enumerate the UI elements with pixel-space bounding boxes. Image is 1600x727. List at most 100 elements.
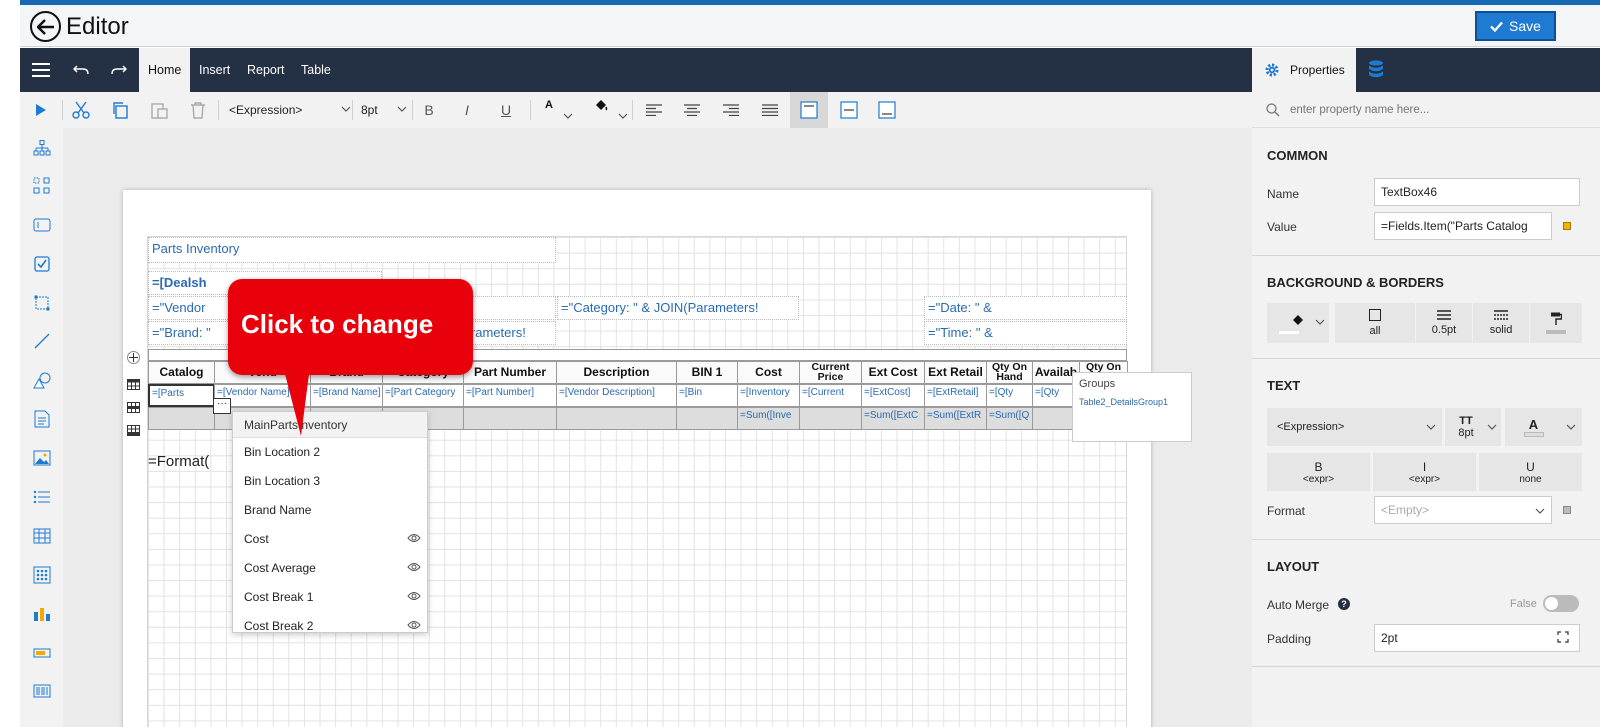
field-list-item[interactable]: Cost Break 1 — [233, 583, 427, 612]
table-header-cell[interactable]: Part Number — [463, 361, 557, 384]
move-table-icon[interactable] — [126, 351, 140, 364]
tab-properties[interactable]: Properties — [1252, 48, 1356, 92]
cut-icon[interactable] — [70, 99, 92, 121]
detail-row-icon[interactable] — [126, 401, 140, 414]
header-row-icon[interactable] — [126, 378, 140, 391]
copy-icon[interactable] — [109, 99, 131, 121]
text-color-picker[interactable]: A — [1505, 408, 1582, 446]
underline-button[interactable]: U — [495, 99, 517, 121]
padding-field[interactable]: 2pt — [1374, 624, 1580, 652]
barcode-icon[interactable] — [31, 680, 53, 702]
property-search-input[interactable] — [1290, 100, 1580, 120]
table-detail-cell[interactable]: =[ExtCost] — [861, 384, 925, 407]
value-field[interactable]: =Fields.Item("Parts Catalog — [1374, 212, 1552, 240]
bold-button[interactable]: B — [418, 99, 440, 121]
table-detail-cell[interactable]: =[Bin — [676, 384, 738, 407]
table-footer-cell[interactable]: =Sum([ExtC — [861, 407, 925, 430]
table-header-cell[interactable]: Ext Cost — [861, 361, 925, 384]
text-font-size-select[interactable]: TT 8pt — [1445, 408, 1501, 446]
table-detail-cell[interactable]: =[Brand Name] — [310, 384, 383, 407]
table-footer-cell[interactable] — [676, 407, 738, 430]
report-title-textbox[interactable]: Parts Inventory — [148, 237, 556, 263]
table-detail-cell[interactable]: =[Part Category — [382, 384, 464, 407]
expression-marker-icon[interactable] — [1563, 222, 1571, 230]
undo-icon[interactable] — [71, 60, 91, 80]
dataset-header[interactable]: MainPartsInventory — [233, 412, 427, 438]
valign-top-icon[interactable] — [798, 99, 820, 121]
table-icon[interactable] — [31, 525, 53, 547]
cell-options-icon[interactable]: ··· — [213, 398, 231, 414]
eye-icon[interactable] — [407, 562, 421, 572]
tablix-icon[interactable] — [31, 564, 53, 586]
font-weight-button[interactable]: B <expr> — [1267, 453, 1370, 491]
table-detail-cell[interactable]: =[Parts — [148, 384, 215, 407]
align-left-icon[interactable] — [643, 99, 665, 121]
redo-icon[interactable] — [109, 60, 129, 80]
table-header-cell[interactable]: BIN 1 — [676, 361, 738, 384]
help-icon[interactable]: ? — [1338, 598, 1350, 610]
database-icon[interactable] — [1368, 60, 1384, 81]
border-color-picker[interactable] — [1530, 303, 1582, 343]
eye-icon[interactable] — [407, 533, 421, 543]
shape-icon[interactable] — [31, 369, 53, 391]
font-size-select[interactable]: 8pt — [361, 100, 407, 120]
table-header-cell[interactable]: Catalog — [148, 361, 215, 384]
italic-button[interactable]: I — [456, 99, 478, 121]
table-footer-cell[interactable] — [799, 407, 862, 430]
image-icon[interactable] — [31, 447, 53, 469]
footer-row-icon[interactable] — [126, 424, 140, 437]
category-textbox[interactable]: ="Category: " & JOIN(Parameters! — [557, 296, 799, 320]
text-expression-select[interactable]: <Expression> — [1267, 408, 1442, 446]
name-field[interactable]: TextBox46 — [1374, 178, 1580, 206]
date-textbox[interactable]: ="Date: " & — [924, 296, 1127, 320]
table-footer-cell[interactable]: =Sum([ExtR — [924, 407, 987, 430]
delete-icon[interactable] — [187, 99, 209, 121]
chart-icon[interactable] — [31, 603, 53, 625]
report-document-icon[interactable] — [31, 408, 53, 430]
time-textbox[interactable]: ="Time: " & — [924, 321, 1127, 345]
field-list-item[interactable]: Brand Name — [233, 496, 427, 525]
tab-report[interactable]: Report — [238, 48, 294, 92]
expression-marker-icon[interactable] — [1563, 506, 1571, 514]
table-footer-cell[interactable] — [148, 407, 215, 430]
eye-icon[interactable] — [407, 591, 421, 601]
field-list-item[interactable]: Bin Location 3 — [233, 467, 427, 496]
format-textbox[interactable]: =Format( — [148, 453, 209, 470]
save-button[interactable]: Save — [1475, 11, 1556, 41]
align-right-icon[interactable] — [720, 99, 742, 121]
paste-icon[interactable] — [148, 99, 170, 121]
font-color-button[interactable]: A — [538, 94, 560, 116]
hierarchy-icon[interactable] — [31, 137, 53, 159]
table-detail-cell[interactable]: =[Vendor Description] — [556, 384, 677, 407]
font-style-button[interactable]: I <expr> — [1373, 453, 1476, 491]
textbox-icon[interactable] — [31, 214, 53, 236]
table-detail-cell[interactable]: =[Part Number] — [463, 384, 557, 407]
table-detail-cell[interactable]: =[ExtRetail] — [924, 384, 987, 407]
group-item[interactable]: Table2_DetailsGroup1 — [1079, 397, 1168, 407]
auto-merge-toggle[interactable] — [1543, 595, 1579, 612]
valign-middle-icon[interactable] — [838, 99, 860, 121]
line-icon[interactable] — [31, 330, 53, 352]
background-color-picker[interactable] — [1267, 303, 1329, 343]
table-header-cell[interactable]: Description — [556, 361, 677, 384]
table-detail-cell[interactable]: =[Inventory — [737, 384, 800, 407]
table-header-cell[interactable]: Ext Retail — [924, 361, 987, 384]
tab-home[interactable]: Home — [139, 48, 191, 92]
table-footer-cell[interactable]: =Sum([Q — [986, 407, 1033, 430]
eye-icon[interactable] — [407, 620, 421, 630]
expand-icon[interactable] — [1557, 631, 1569, 643]
border-width-button[interactable]: 0.5pt — [1416, 303, 1472, 343]
table-detail-cell[interactable]: =[Current — [799, 384, 862, 407]
table-footer-cell[interactable]: =Sum([Inve — [737, 407, 800, 430]
layout-grid-icon[interactable] — [31, 175, 53, 197]
tab-insert[interactable]: Insert — [190, 48, 239, 92]
field-list-item[interactable]: Cost — [233, 525, 427, 554]
border-sides-button[interactable]: all — [1335, 303, 1415, 343]
field-list-item[interactable]: Cost Break 2 — [233, 612, 427, 632]
text-decoration-button[interactable]: U none — [1479, 453, 1582, 491]
hamburger-menu-icon[interactable] — [31, 60, 51, 80]
back-button[interactable] — [30, 11, 61, 42]
border-style-button[interactable]: solid — [1473, 303, 1529, 343]
table-header-cell[interactable]: Qty On Hand — [986, 361, 1033, 384]
valign-bottom-icon[interactable] — [876, 99, 898, 121]
